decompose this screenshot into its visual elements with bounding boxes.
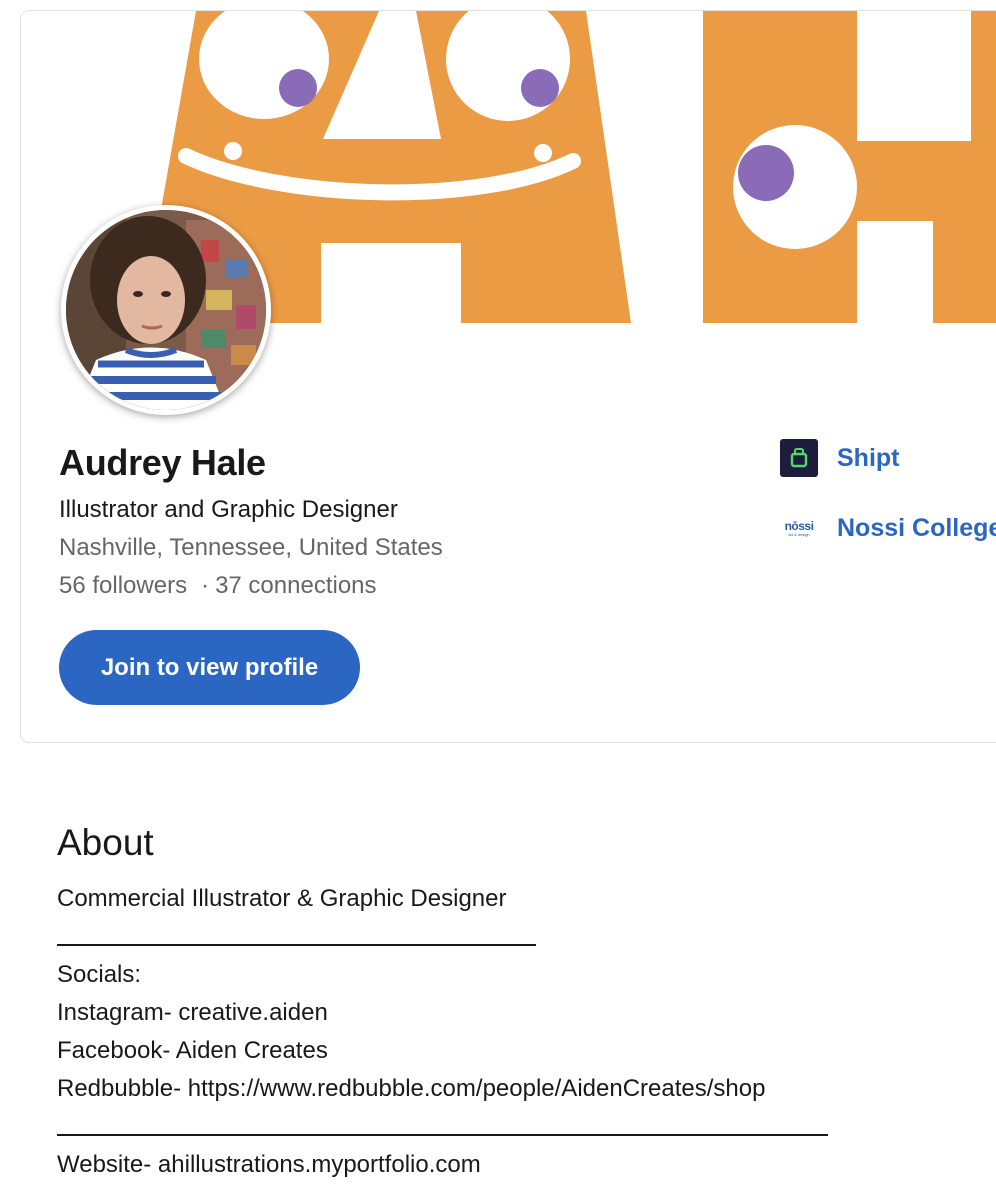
about-line-tagline: Commercial Illustrator & Graphic Designe… (57, 885, 507, 912)
profile-name: Audrey Hale (59, 442, 266, 483)
profile-location: Nashville, Tennessee, United States (59, 534, 443, 561)
about-line-instagram: Instagram- creative.aiden (57, 999, 328, 1026)
about-line-socials: Socials: (57, 961, 142, 988)
about-line-facebook: Facebook- Aiden Creates (57, 1037, 328, 1064)
stat-separator: · (201, 572, 210, 599)
company-label-nossi-college[interactable]: Nossi College (837, 514, 996, 543)
profile-headline: Illustrator and Graphic Designer (59, 496, 398, 523)
about-divider (57, 1134, 828, 1136)
connections-count: 37 connections (215, 572, 377, 599)
about-line-redbubble: Redbubble- https://www.redbubble.com/peo… (57, 1075, 766, 1102)
nossi-logo-subtext: art & design (788, 531, 810, 537)
shipt-bag-icon (780, 439, 818, 477)
company-item-shipt[interactable]: Shipt (780, 439, 900, 477)
about-divider (57, 944, 536, 946)
profile-photo[interactable] (61, 205, 271, 415)
profile-page: Audrey Hale Illustrator and Graphic Desi… (0, 0, 996, 1200)
join-to-view-profile-button[interactable]: Join to view profile (59, 630, 360, 705)
company-item-nossi-college[interactable]: nōssi art & design Nossi College (780, 509, 996, 547)
about-line-website: Website- ahillustrations.myportfolio.com (57, 1151, 481, 1178)
profile-card: Audrey Hale Illustrator and Graphic Desi… (20, 10, 996, 743)
nossi-logo-mark: nōssi (784, 518, 814, 533)
company-label-shipt[interactable]: Shipt (837, 444, 900, 473)
about-heading: About (57, 822, 154, 863)
nossi-logo: nōssi art & design (780, 509, 818, 547)
followers-count: 56 followers (59, 572, 188, 599)
network-stats: 56 followers · 37 connections (59, 572, 377, 600)
